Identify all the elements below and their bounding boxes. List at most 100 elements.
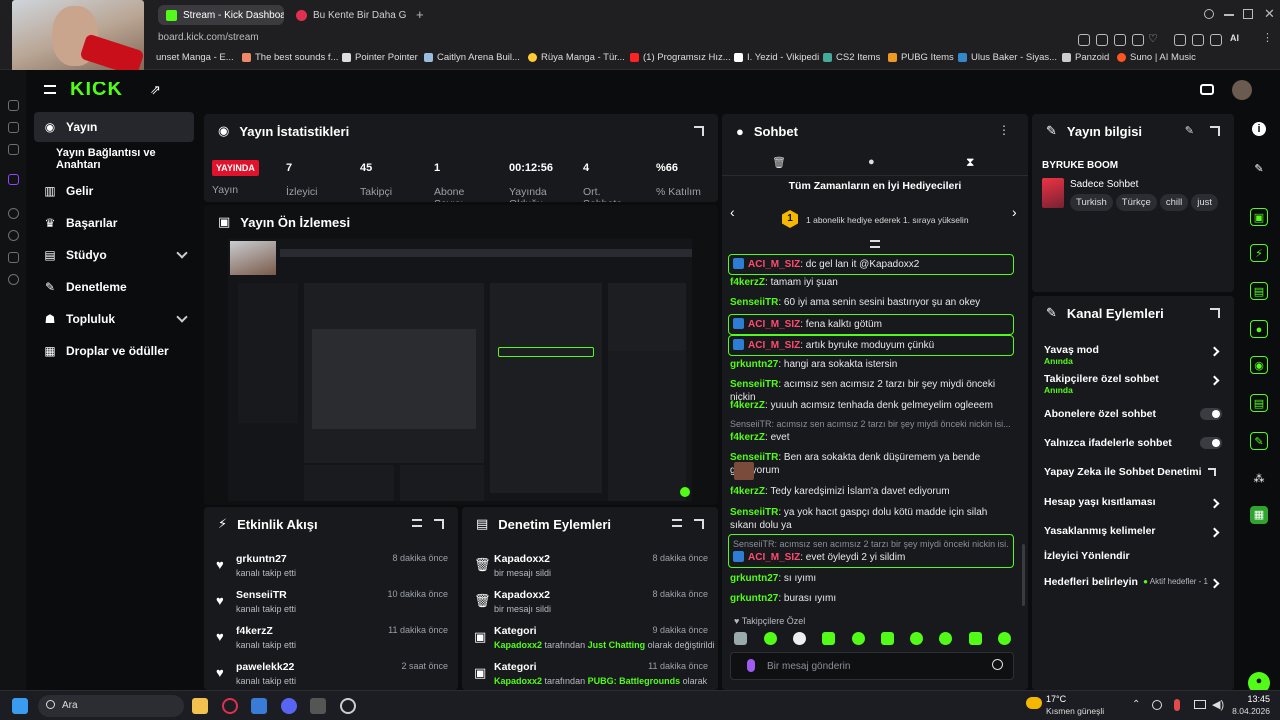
set-goals-row[interactable]: Hedefleri belirleyin ● Aktif hedefler - … (1044, 576, 1222, 592)
chat-message[interactable]: grkuntn27: hangi ara sokakta istersin (730, 358, 1012, 371)
volume-icon[interactable]: ◀) (1212, 698, 1224, 711)
pinned-icon[interactable] (870, 240, 880, 248)
list-item[interactable]: ♥ pawelekk22 kanalı takip etti 2 saat önce (216, 661, 448, 690)
avatar[interactable] (1232, 80, 1252, 100)
sidebar-item-studio[interactable]: ▤ Stüdyo (34, 240, 194, 270)
emote-icon[interactable] (734, 632, 747, 645)
tag[interactable]: Turkish (1070, 194, 1113, 211)
bookmark-item[interactable]: unset Manga - E... (156, 52, 234, 63)
bookmark-item[interactable]: Ulus Baker - Siyas... (958, 52, 1057, 63)
chat-message[interactable]: grkuntn27: sı ıyımı (730, 572, 1012, 585)
expand-icon[interactable] (694, 126, 704, 136)
windows-start-icon[interactable] (12, 698, 28, 714)
bookmark-item[interactable]: Pointer Pointer (342, 52, 418, 63)
hourglass-icon[interactable]: ⧗ (966, 155, 974, 170)
emote-icon[interactable] (998, 632, 1011, 645)
opera-icon[interactable] (222, 698, 238, 714)
chat-message[interactable]: SenseiiTR: Ben ara sokakta denk düşüreme… (730, 451, 1012, 477)
list-item[interactable]: ♥ SenseiiTR kanalı takip etti 10 dakika önc… (216, 589, 448, 625)
sidebar-item-stream[interactable]: ◉ Yayın (34, 112, 194, 142)
chat-message[interactable]: grkuntn27: burası ıyımı (730, 592, 1012, 604)
emote-icon[interactable] (822, 632, 835, 645)
category-name[interactable]: Sadece Sohbet (1070, 179, 1138, 190)
clock-time[interactable]: 13:45 (1234, 694, 1270, 704)
twitch-icon[interactable] (8, 174, 19, 185)
download-icon[interactable] (1210, 34, 1222, 46)
bookmark-item[interactable]: CS2 Items (823, 52, 880, 63)
edit-icon[interactable]: ✎ (1185, 124, 1194, 137)
close-window-icon[interactable]: ✕ (1264, 6, 1275, 22)
emote-icon[interactable] (939, 632, 952, 645)
app-icon[interactable] (310, 698, 326, 714)
chat-message[interactable]: ACI_M_SIZ: artık byruke moduyum çünkü (728, 335, 1014, 356)
file-explorer-icon[interactable] (192, 698, 208, 714)
category-thumbnail[interactable] (1042, 178, 1064, 208)
heart-icon[interactable]: ♡ (1148, 32, 1158, 45)
chat-message[interactable]: SenseiiTR: acımsız sen acımsız 2 tarzı b… (730, 418, 1012, 444)
viewer-redirect-row[interactable]: İzleyici Yönlendir (1044, 550, 1222, 566)
chat-message[interactable]: f4kerzZ: Tedy karedşimizi İslam'a davet … (730, 485, 1012, 498)
expand-icon[interactable] (1210, 308, 1220, 318)
tray-chevron-icon[interactable]: ⌃ (1132, 699, 1140, 710)
shield-icon[interactable] (1114, 34, 1126, 46)
chat-message[interactable]: SenseiiTR: ya yok hacıt gaspçı dolu kötü… (730, 506, 1012, 532)
obs-icon[interactable] (340, 698, 356, 714)
rail-icon[interactable] (8, 252, 19, 263)
expand-icon[interactable] (434, 519, 444, 529)
tab-music[interactable]: Bu Kente Bir Daha Gel (288, 5, 406, 25)
minimize-icon[interactable] (1224, 14, 1234, 16)
emote-icon[interactable] (852, 632, 865, 645)
banned-words-row[interactable]: Yasaklanmış kelimeler (1044, 525, 1222, 541)
list-item[interactable]: 🗑 Kapadoxx2 bir mesajı sildi 8 dakika önce (474, 589, 708, 625)
document-icon[interactable]: ▤ (1250, 282, 1268, 300)
pin-icon[interactable]: ⇗ (150, 82, 161, 98)
new-tab-button[interactable]: + (416, 7, 424, 22)
stream-preview-video[interactable] (228, 239, 692, 501)
rail-icon[interactable] (8, 122, 19, 133)
bookmark-item[interactable]: Rüya Manga - Tür... (528, 52, 625, 63)
bookmark-item[interactable]: PUBG Items (888, 52, 954, 63)
url-input[interactable]: board.kick.com/stream (158, 32, 259, 43)
filter-icon[interactable] (412, 519, 422, 527)
search-tabs-icon[interactable] (1204, 9, 1214, 19)
list-item[interactable]: ▣ Kategori Kapadoxx2 tarafından Just Chat… (474, 625, 715, 661)
tag[interactable]: just (1191, 194, 1219, 211)
clock-date[interactable]: 8.04.2026 (1224, 706, 1270, 716)
kick-logo[interactable]: KICK (70, 82, 123, 102)
account-age-row[interactable]: Hesap yaşı kısıtlaması (1044, 496, 1222, 512)
emoji-icon[interactable] (992, 659, 1003, 670)
sidebar-item-drops[interactable]: ▦ Droplar ve ödüller (34, 336, 194, 366)
expand-icon[interactable] (694, 519, 704, 529)
list-item[interactable]: ♥ f4kerzZ kanalı takip etti 11 dakika önce (216, 625, 448, 661)
rail-icon[interactable] (8, 144, 19, 155)
microphone-icon[interactable] (747, 659, 755, 672)
chat-scrollbar[interactable] (1022, 544, 1025, 606)
screenshot-icon[interactable] (1096, 34, 1108, 46)
bookmark-item[interactable]: I. Yezid - Vikipedi (734, 52, 819, 63)
sidebar-item-moderation[interactable]: ✎ Denetleme (34, 272, 194, 302)
list-item[interactable]: 🗑 Kapadoxx2 bir mesajı sildi 8 dakika önce (474, 553, 708, 589)
chat-message[interactable]: SenseiiTR: acımsız sen acımsız 2 tarzı b… (728, 534, 1014, 568)
settings-icon[interactable] (8, 274, 19, 285)
chat-message[interactable]: f4kerzZ: yuuuh acımsız tenhada denk gelm… (730, 399, 1012, 412)
sidebar-item-revenue[interactable]: ▥ Gelir (34, 176, 194, 206)
share-icon[interactable] (1192, 34, 1204, 46)
bookmark-item[interactable]: Caitlyn Arena Buil... (424, 52, 520, 63)
chat-bubble-icon[interactable]: ● (868, 156, 875, 168)
bookmark-item[interactable]: Suno | AI Music (1117, 52, 1196, 63)
share-icon[interactable]: ⁂ (1250, 470, 1268, 488)
clock-icon[interactable] (8, 230, 19, 241)
emote-only-toggle[interactable] (1200, 437, 1222, 449)
tag[interactable]: Türkçe (1115, 194, 1157, 211)
maximize-icon[interactable] (1243, 9, 1253, 19)
list-item[interactable]: ♥ grkuntn27 kanalı takip etti 8 dakika önce (216, 553, 448, 589)
chevron-right-icon[interactable]: › (1012, 204, 1017, 220)
lightning-icon[interactable]: ⚡ (1250, 244, 1268, 262)
tag[interactable]: chill (1159, 194, 1189, 211)
edit-icon[interactable]: ✎ (1250, 160, 1268, 178)
info-icon[interactable]: i (1252, 122, 1266, 136)
slow-mode-row[interactable]: Yavaş mod Anında (1044, 344, 1222, 368)
sidebar-item-stream-key[interactable]: Yayın Bağlantısı ve Anahtarı (34, 144, 194, 174)
bookmark-item[interactable]: (1) Programsız Hız... (630, 52, 731, 63)
ai-button[interactable]: AI (1230, 33, 1239, 43)
